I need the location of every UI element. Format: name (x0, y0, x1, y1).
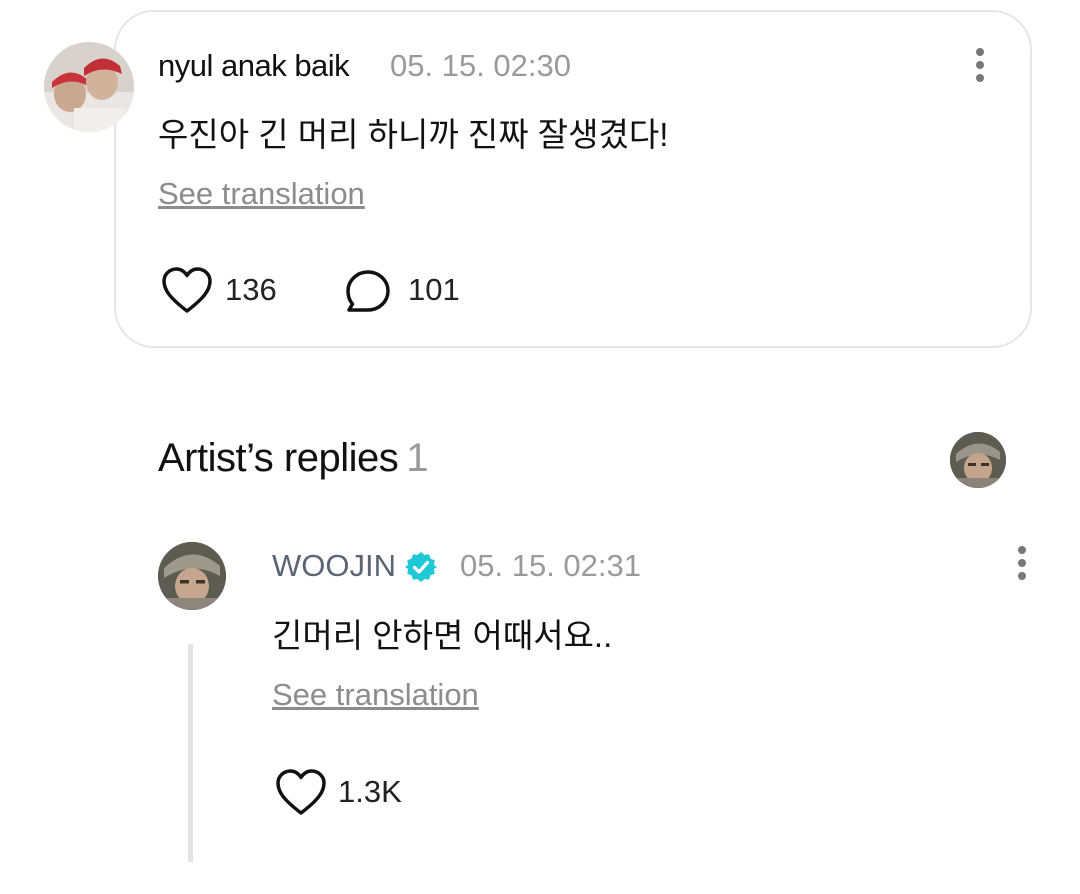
reply-see-translation-link[interactable]: See translation (272, 677, 479, 713)
comment-like-button[interactable] (160, 266, 214, 321)
comment-timestamp: 05. 15. 02:30 (390, 48, 571, 83)
comment-reply-count: 101 (408, 272, 460, 307)
comment-author[interactable]: nyul anak baik (158, 48, 350, 84)
reply-more-button[interactable] (1012, 546, 1032, 586)
more-vertical-icon (1018, 546, 1026, 554)
artist-replies-title: Artist’s replies 1 (158, 436, 428, 481)
reply-timestamp: 05. 15. 02:31 (460, 548, 641, 583)
reply-text: 긴머리 안하면 어때서요.. (272, 617, 613, 654)
comment-see-translation-link[interactable]: See translation (158, 176, 365, 212)
reply-author[interactable]: WOOJIN (272, 548, 396, 584)
artist-avatar[interactable] (158, 542, 226, 610)
artist-avatar-small[interactable] (950, 432, 1006, 488)
speech-bubble-icon (346, 270, 390, 312)
heart-outline-icon (162, 267, 212, 313)
reply-like-count: 1.3K (338, 774, 402, 809)
comment-more-button[interactable] (970, 48, 990, 88)
heart-outline-icon (276, 769, 326, 815)
comment-reply-button[interactable] (344, 268, 392, 321)
reply-like-button[interactable] (274, 768, 328, 823)
artist-replies-label: Artist’s replies (158, 436, 399, 480)
reply-thread-line (188, 644, 193, 862)
artist-replies-count: 1 (406, 436, 428, 480)
verified-badge-icon (404, 550, 438, 584)
fan-avatar[interactable] (44, 42, 134, 132)
comment-like-count: 136 (225, 272, 277, 307)
more-vertical-icon (976, 48, 984, 56)
comment-text: 우진아 긴 머리 하니까 진짜 잘생겼다! (158, 116, 669, 153)
